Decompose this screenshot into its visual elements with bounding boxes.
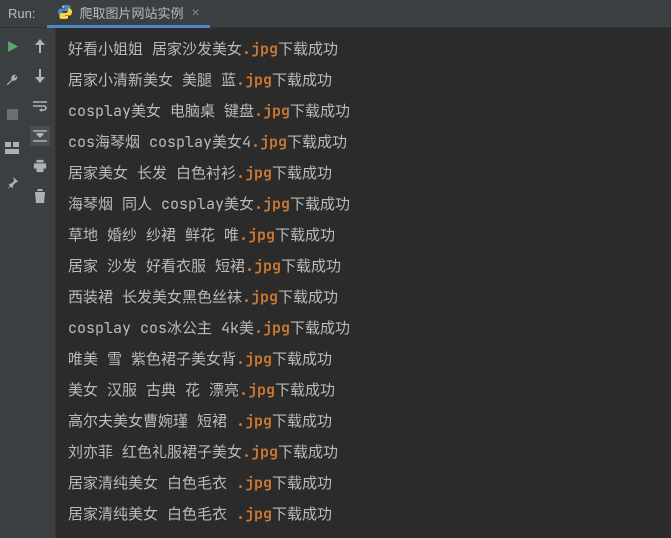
console-line: cos海琴烟 cosplay美女4.jpg下载成功 <box>68 127 671 158</box>
python-icon <box>57 4 73 20</box>
console-line: 海琴烟 同人 cosplay美女.jpg下载成功 <box>68 189 671 220</box>
console-line: 居家美女 长发 白色衬衫.jpg下载成功 <box>68 158 671 189</box>
arrow-up-icon[interactable] <box>30 36 50 56</box>
run-toolbar-left <box>0 28 24 538</box>
console-line: 西装裙 长发美女黑色丝袜.jpg下载成功 <box>68 282 671 313</box>
pin-icon[interactable] <box>2 172 22 192</box>
soft-wrap-icon[interactable] <box>30 96 50 116</box>
console-output[interactable]: 好看小姐姐 居家沙发美女.jpg下载成功居家小清新美女 美腿 蓝.jpg下载成功… <box>56 28 671 538</box>
run-tab-title: 爬取图片网站实例 <box>79 3 183 22</box>
scroll-to-end-icon[interactable] <box>30 126 50 146</box>
console-line: cosplay cos冰公主 4k美.jpg下载成功 <box>68 313 671 344</box>
console-line: 好看小姐姐 居家沙发美女.jpg下载成功 <box>68 34 671 65</box>
print-icon[interactable] <box>30 156 50 176</box>
stop-button[interactable] <box>2 104 22 124</box>
run-label: Run: <box>8 6 35 21</box>
run-tab[interactable]: 爬取图片网站实例 × <box>47 0 209 28</box>
console-line: 草地 婚纱 纱裙 鲜花 唯.jpg下载成功 <box>68 220 671 251</box>
console-line: 美女 汉服 古典 花 漂亮.jpg下载成功 <box>68 375 671 406</box>
layout-icon[interactable] <box>2 138 22 158</box>
run-panel-body: 好看小姐姐 居家沙发美女.jpg下载成功居家小清新美女 美腿 蓝.jpg下载成功… <box>0 28 671 538</box>
console-line: 居家清纯美女 白色毛衣 .jpg下载成功 <box>68 468 671 499</box>
console-line: cosplay美女 电脑桌 键盘.jpg下载成功 <box>68 96 671 127</box>
run-panel-header: Run: 爬取图片网站实例 × <box>0 0 671 28</box>
console-line: 高尔夫美女曹婉瑾 短裙 .jpg下载成功 <box>68 406 671 437</box>
run-toolbar-right <box>24 28 56 538</box>
trash-icon[interactable] <box>30 186 50 206</box>
console-line: 居家小清新美女 美腿 蓝.jpg下载成功 <box>68 65 671 96</box>
console-line: 刘亦菲 红色礼服裙子美女.jpg下载成功 <box>68 437 671 468</box>
console-line: 居家 沙发 好看衣服 短裙.jpg下载成功 <box>68 251 671 282</box>
close-icon[interactable]: × <box>191 4 199 20</box>
console-line: 唯美 雪 紫色裙子美女背.jpg下载成功 <box>68 344 671 375</box>
arrow-down-icon[interactable] <box>30 66 50 86</box>
wrench-icon[interactable] <box>2 70 22 90</box>
run-button[interactable] <box>2 36 22 56</box>
console-line: 居家清纯美女 白色毛衣 .jpg下载成功 <box>68 499 671 530</box>
